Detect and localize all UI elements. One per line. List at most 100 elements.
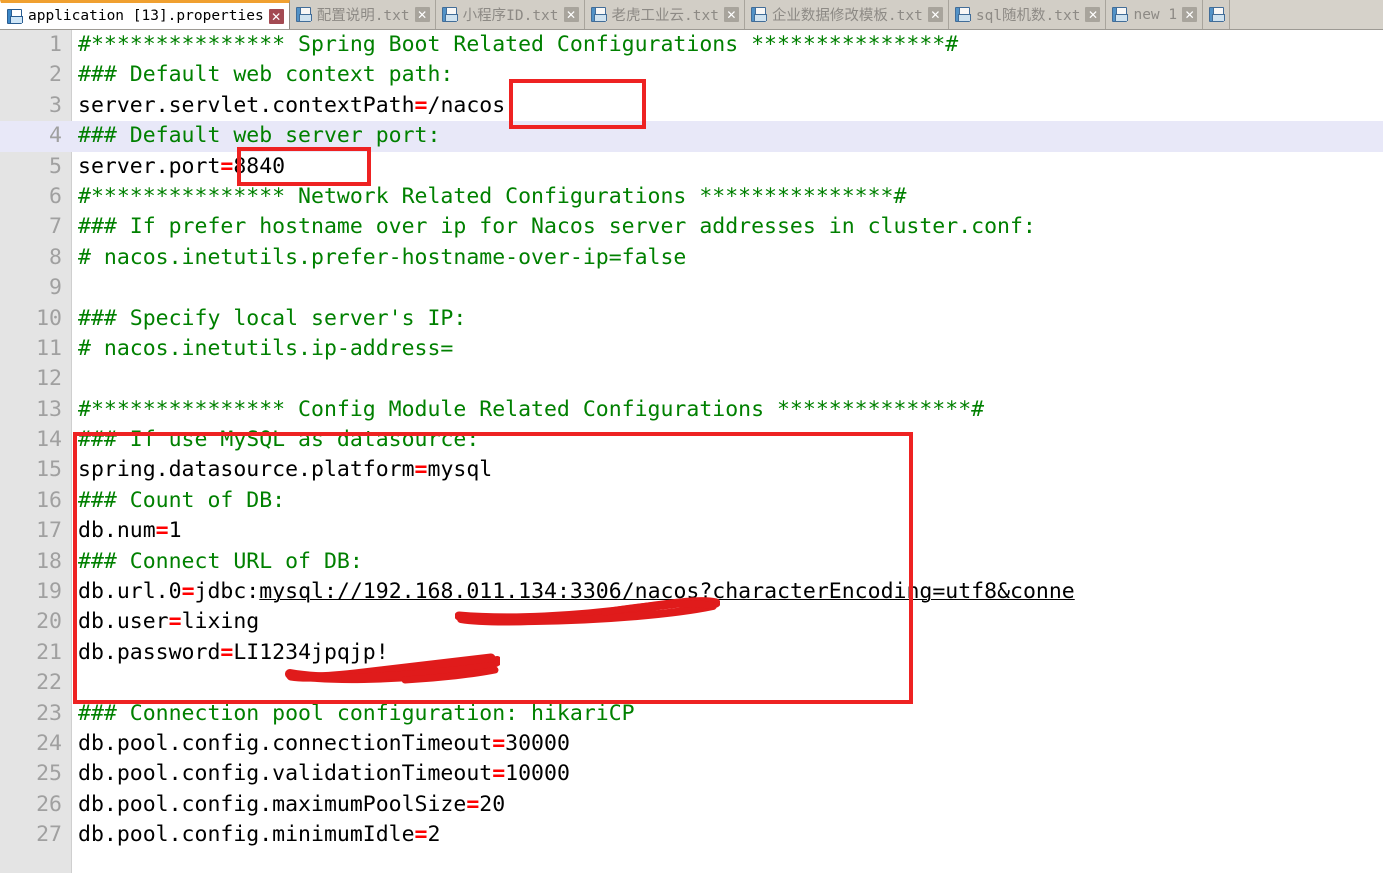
code-line[interactable]: 5 server.port=8840 bbox=[0, 152, 1383, 182]
line-number: 17 bbox=[36, 518, 62, 544]
floppy-disk-icon bbox=[1209, 7, 1226, 22]
code-line[interactable]: 13 #*************** Config Module Related… bbox=[0, 395, 1383, 425]
tab-3[interactable]: 老虎工业云.txt ✕ bbox=[584, 0, 745, 29]
property-value: LI1234jpqjp! bbox=[233, 639, 389, 665]
property-value: 2 bbox=[427, 822, 441, 848]
tab-5[interactable]: sql随机数.txt ✕ bbox=[948, 0, 1107, 29]
code-line[interactable]: 18 ### Connect URL of DB: bbox=[0, 547, 1383, 577]
code-line[interactable]: 15 spring.datasource.platform=mysql bbox=[0, 455, 1383, 485]
code-line[interactable]: 20 db.user=lixing bbox=[0, 607, 1383, 637]
property-value: 8840 bbox=[233, 153, 286, 179]
property-key: db.pool.config.connectionTimeout bbox=[78, 730, 493, 756]
code-line[interactable]: 22 bbox=[0, 668, 1383, 698]
code-line[interactable]: 17 db.num=1 bbox=[0, 516, 1383, 546]
line-text: #*************** Network Related Configu… bbox=[78, 182, 906, 212]
line-text: ### Default web server port: bbox=[78, 121, 440, 151]
property-value-prefix: jdbc: bbox=[194, 579, 260, 605]
code-line[interactable]: 23 ### Connection pool configuration: hik… bbox=[0, 699, 1383, 729]
code-line[interactable]: 3 server.servlet.contextPath=/nacos bbox=[0, 91, 1383, 121]
line-number: 26 bbox=[36, 791, 62, 817]
editor-pane[interactable]: 1 #*************** Spring Boot Related Co… bbox=[0, 30, 1383, 873]
floppy-disk-icon bbox=[1112, 7, 1129, 22]
line-number: 3 bbox=[49, 92, 62, 118]
tab-1[interactable]: 配置说明.txt ✕ bbox=[289, 0, 436, 29]
code-line[interactable]: 12 bbox=[0, 364, 1383, 394]
tab-close-icon[interactable]: ✕ bbox=[723, 7, 739, 22]
property-value: 30000 bbox=[505, 730, 570, 756]
property-key: db.pool.config.minimumIdle bbox=[78, 822, 415, 848]
line-number: 27 bbox=[36, 822, 62, 848]
code-line[interactable]: 14 ### If use MySQL as datasource: bbox=[0, 425, 1383, 455]
comment-text: ### Count of DB: bbox=[78, 487, 286, 513]
tab-close-icon[interactable]: ✕ bbox=[1085, 7, 1101, 22]
code-line[interactable]: 7 ### If prefer hostname over ip for Naco… bbox=[0, 212, 1383, 242]
property-separator: = bbox=[414, 457, 428, 483]
tab-close-icon[interactable]: ✕ bbox=[927, 7, 943, 22]
line-number: 23 bbox=[36, 700, 62, 726]
line-text: db.pool.config.connectionTimeout=30000 bbox=[78, 729, 570, 759]
code-line[interactable]: 26 db.pool.config.maximumPoolSize=20 bbox=[0, 790, 1383, 820]
code-line[interactable]: 19 db.url.0=jdbc:mysql://192.168.011.134:… bbox=[0, 577, 1383, 607]
line-number: 7 bbox=[49, 214, 62, 240]
line-text: spring.datasource.platform=mysql bbox=[78, 455, 492, 485]
property-value: mysql bbox=[427, 457, 493, 483]
tab-close-icon[interactable]: ✕ bbox=[1182, 7, 1198, 22]
code-line[interactable]: 24 db.pool.config.connectionTimeout=30000 bbox=[0, 729, 1383, 759]
code-area[interactable]: 1 #*************** Spring Boot Related Co… bbox=[0, 30, 1383, 873]
property-key: db.url.0 bbox=[78, 579, 182, 605]
floppy-disk-icon bbox=[441, 7, 458, 22]
code-line[interactable]: 9 bbox=[0, 273, 1383, 303]
property-value: lixing bbox=[181, 609, 260, 635]
code-line[interactable]: 21 db.password=LI1234jpqjp! bbox=[0, 638, 1383, 668]
line-text: # nacos.inetutils.ip-address= bbox=[78, 334, 453, 364]
comment-text: ### Connection pool configuration: hikar… bbox=[78, 700, 635, 726]
property-value: 1 bbox=[168, 518, 182, 544]
property-value-url[interactable]: mysql://192.168.011.134:3306/nacos? bbox=[259, 579, 712, 604]
property-separator: = bbox=[220, 639, 234, 665]
line-text: ### Connect URL of DB: bbox=[78, 547, 363, 577]
tab-4[interactable]: 企业数据修改模板.txt ✕ bbox=[744, 0, 949, 29]
tab-label: 小程序ID.txt bbox=[462, 8, 559, 24]
property-separator: = bbox=[181, 579, 195, 605]
code-line[interactable]: 8 # nacos.inetutils.prefer-hostname-over-… bbox=[0, 243, 1383, 273]
code-line[interactable]: 27 db.pool.config.minimumIdle=2 bbox=[0, 820, 1383, 850]
comment-text: #*************** Config Module Related C… bbox=[78, 396, 985, 422]
tab-close-icon[interactable]: ✕ bbox=[414, 7, 430, 22]
property-key: server.port bbox=[78, 153, 221, 179]
property-value-query[interactable]: characterEncoding=utf8&conne bbox=[712, 579, 1074, 604]
line-text: ### If prefer hostname over ip for Nacos… bbox=[78, 212, 1036, 242]
code-line[interactable]: 11 # nacos.inetutils.ip-address= bbox=[0, 334, 1383, 364]
code-line[interactable]: 4 ### Default web server port: bbox=[0, 121, 1383, 152]
line-text: ### If use MySQL as datasource: bbox=[78, 425, 479, 455]
comment-text: #*************** Network Related Configu… bbox=[78, 183, 907, 209]
tab-2[interactable]: 小程序ID.txt ✕ bbox=[435, 0, 585, 29]
tab-6[interactable]: new 1 ✕ bbox=[1106, 0, 1204, 29]
code-line[interactable]: 10 ### Specify local server's IP: bbox=[0, 304, 1383, 334]
tab-active-0[interactable]: application [13].properties ✕ bbox=[0, 0, 290, 29]
comment-text: ### Specify local server's IP: bbox=[78, 305, 467, 331]
code-line[interactable]: 25 db.pool.config.validationTimeout=10000 bbox=[0, 759, 1383, 789]
comment-text: ### If prefer hostname over ip for Nacos… bbox=[78, 214, 1036, 240]
line-text: # nacos.inetutils.prefer-hostname-over-i… bbox=[78, 243, 686, 273]
comment-text: ### Connect URL of DB: bbox=[78, 548, 363, 574]
code-line[interactable]: 6 #*************** Network Related Config… bbox=[0, 182, 1383, 212]
code-line[interactable]: 1 #*************** Spring Boot Related Co… bbox=[0, 30, 1383, 60]
code-line[interactable]: 16 ### Count of DB: bbox=[0, 486, 1383, 516]
code-line[interactable]: 2 ### Default web context path: bbox=[0, 60, 1383, 90]
tab-close-icon[interactable]: ✕ bbox=[563, 7, 579, 22]
property-separator: = bbox=[155, 518, 169, 544]
line-text: db.pool.config.validationTimeout=10000 bbox=[78, 759, 570, 789]
line-text: db.pool.config.minimumIdle=2 bbox=[78, 820, 440, 850]
line-number: 13 bbox=[36, 396, 62, 422]
line-text: db.pool.config.maximumPoolSize=20 bbox=[78, 790, 505, 820]
line-text: ### Count of DB: bbox=[78, 486, 285, 516]
tab-close-icon[interactable]: ✕ bbox=[268, 9, 284, 24]
line-text: ### Default web context path: bbox=[78, 60, 453, 90]
tab-bar[interactable]: application [13].properties ✕ 配置说明.txt ✕ 小程序… bbox=[0, 0, 1383, 30]
comment-text: ### Default web server port: bbox=[78, 123, 441, 149]
line-text: db.password=LI1234jpqjp! bbox=[78, 638, 389, 668]
line-number: 12 bbox=[36, 366, 62, 392]
tab-7[interactable] bbox=[1203, 0, 1231, 29]
tab-label: 老虎工业云.txt bbox=[611, 8, 719, 24]
line-number: 4 bbox=[49, 123, 62, 149]
